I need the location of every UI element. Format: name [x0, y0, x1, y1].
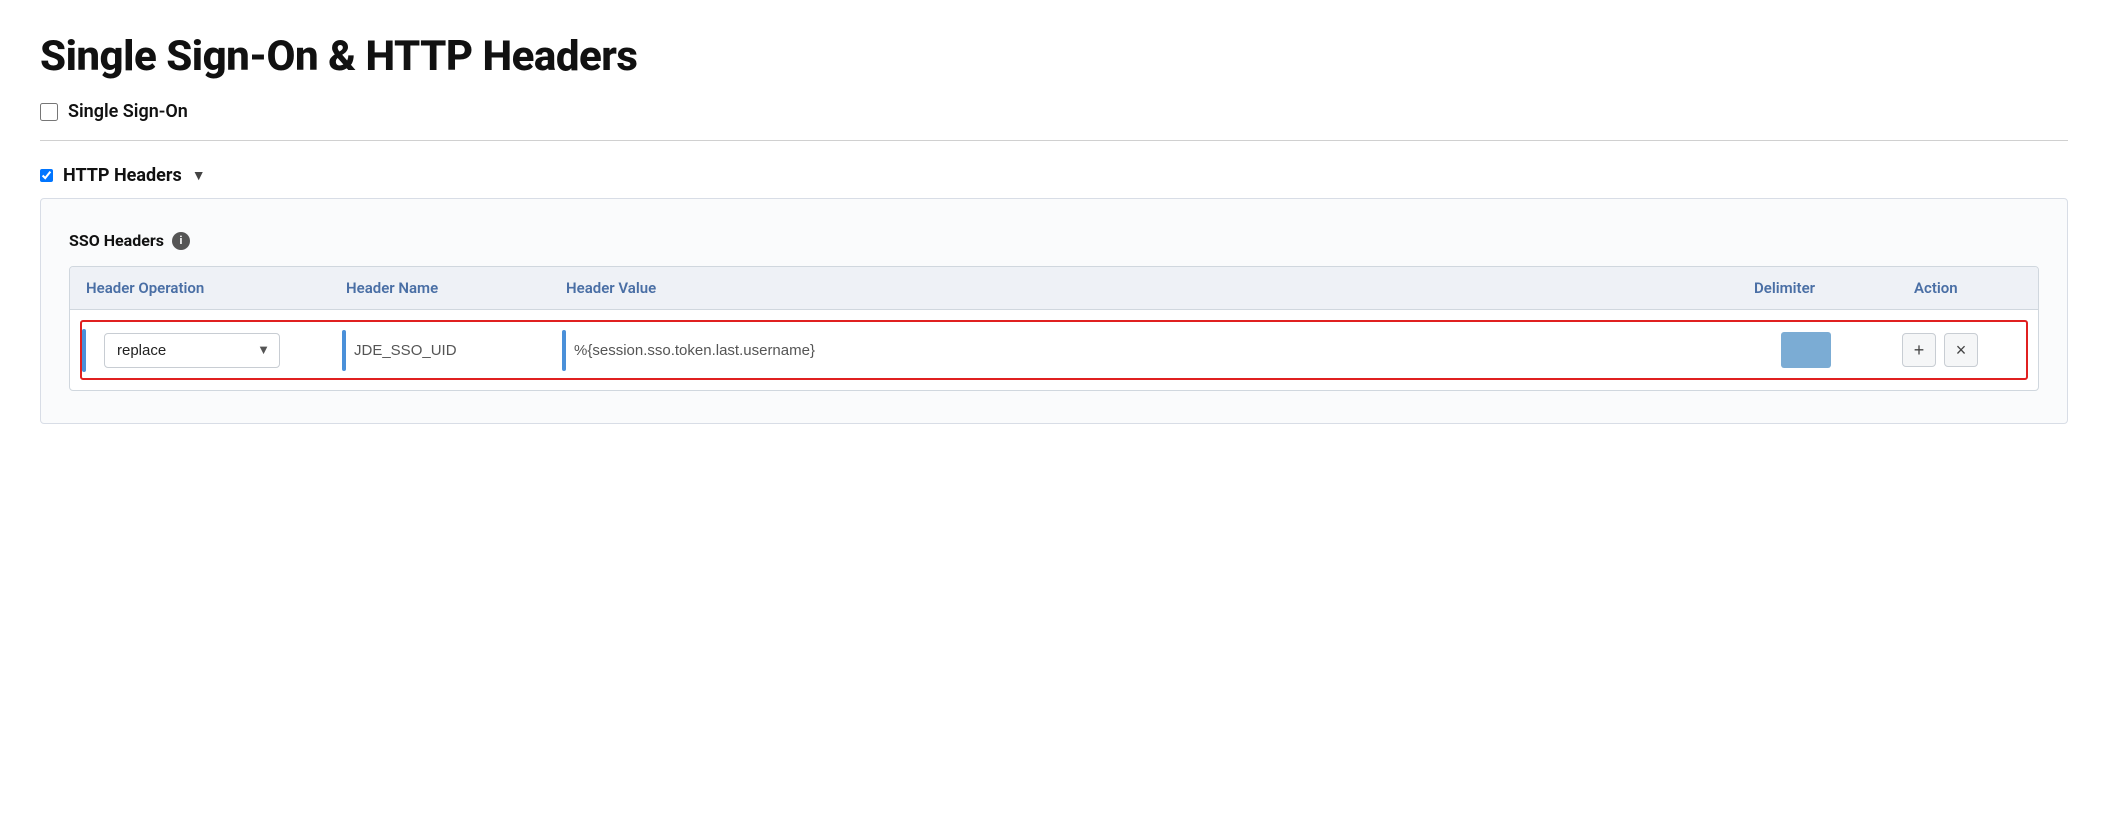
sso-headers-table: Header Operation Header Name Header Valu… [69, 266, 2039, 391]
http-headers-checkbox[interactable] [40, 169, 53, 182]
sso-headers-title-row: SSO Headers i [69, 231, 2039, 250]
cell-divider-value [562, 330, 566, 371]
cell-header-value [562, 324, 1726, 377]
section-divider-1 [40, 140, 2068, 141]
remove-row-button[interactable]: × [1944, 333, 1978, 367]
delimiter-bar [1781, 332, 1831, 368]
sso-checkbox-row: Single Sign-On [40, 101, 2068, 122]
http-headers-row: HTTP Headers ▼ [40, 165, 2068, 186]
add-row-button[interactable]: + [1902, 333, 1936, 367]
sso-checkbox-label: Single Sign-On [68, 101, 188, 122]
cell-operation: replace insert remove ▼ [82, 323, 342, 378]
info-icon[interactable]: i [172, 232, 190, 250]
cell-divider-name [342, 330, 346, 371]
col-header-operation: Header Operation [70, 267, 330, 309]
header-value-input[interactable] [570, 334, 1718, 367]
cell-delimiter [1726, 322, 1886, 378]
col-header-name: Header Name [330, 267, 550, 309]
header-operation-select[interactable]: replace insert remove [104, 333, 280, 368]
http-headers-label: HTTP Headers [63, 165, 182, 186]
page-title: Single Sign-On & HTTP Headers [40, 32, 2068, 81]
col-header-value: Header Value [550, 267, 1738, 309]
sso-headers-title: SSO Headers [69, 231, 164, 250]
table-row: replace insert remove ▼ [80, 320, 2028, 380]
cell-divider-operation [82, 329, 86, 372]
sso-checkbox[interactable] [40, 103, 58, 121]
table-header: Header Operation Header Name Header Valu… [70, 267, 2038, 310]
operation-select-wrapper: replace insert remove ▼ [90, 333, 280, 368]
table-body: replace insert remove ▼ [70, 320, 2038, 380]
http-headers-dropdown-arrow[interactable]: ▼ [192, 167, 206, 184]
col-header-action: Action [1898, 267, 2038, 309]
header-name-input[interactable] [350, 334, 554, 367]
col-header-delimiter: Delimiter [1738, 267, 1898, 309]
http-headers-panel: SSO Headers i Header Operation Header Na… [40, 198, 2068, 424]
cell-action: + × [1886, 323, 2026, 377]
cell-header-name [342, 324, 562, 377]
